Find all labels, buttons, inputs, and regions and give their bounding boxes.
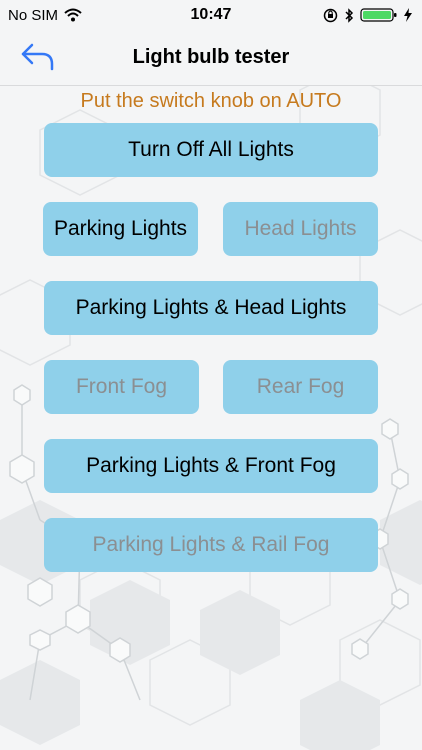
orientation-lock-icon (323, 8, 338, 22)
back-arrow-icon[interactable] (20, 42, 56, 72)
parking-and-rail-fog-button[interactable]: Parking Lights & Rail Fog (44, 518, 378, 572)
charging-icon (404, 8, 412, 22)
navigation-bar: Light bulb tester (0, 30, 422, 86)
status-left: No SIM (8, 7, 82, 24)
carrier-label: No SIM (8, 6, 59, 24)
parking-and-front-fog-button[interactable]: Parking Lights & Front Fog (44, 439, 378, 493)
head-lights-button[interactable]: Head Lights (223, 202, 378, 256)
parking-and-head-lights-button[interactable]: Parking Lights & Head Lights (44, 281, 378, 335)
battery-icon (360, 8, 397, 22)
status-right (323, 7, 412, 23)
wifi-icon (64, 8, 82, 22)
parking-lights-button[interactable]: Parking Lights (43, 202, 198, 256)
turn-off-all-lights-button[interactable]: Turn Off All Lights (44, 123, 378, 177)
instruction-text: Put the switch knob on AUTO (80, 90, 342, 112)
page-title: Light bulb tester (132, 46, 290, 68)
bluetooth-icon (345, 7, 354, 23)
rear-fog-button[interactable]: Rear Fog (223, 360, 378, 414)
front-fog-button[interactable]: Front Fog (44, 360, 199, 414)
status-bar: No SIM 10:47 (0, 0, 422, 30)
